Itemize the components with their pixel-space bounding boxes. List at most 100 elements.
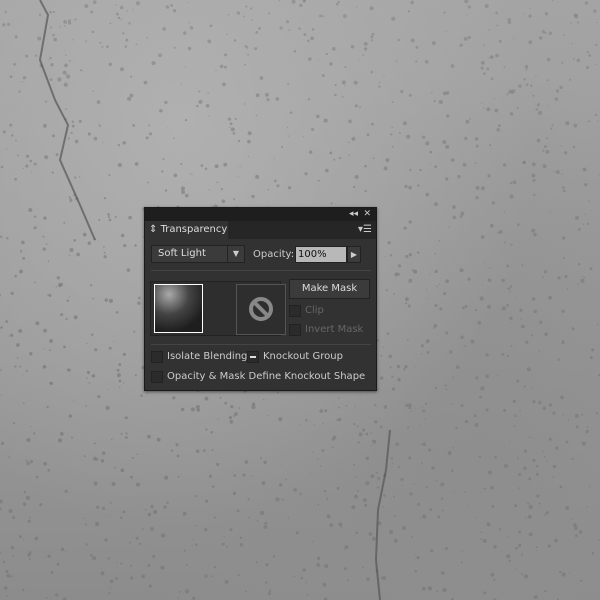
texture-speck [25, 154, 30, 158]
texture-speck [25, 369, 28, 372]
texture-speck [338, 522, 343, 527]
texture-speck [132, 8, 134, 11]
texture-speck [571, 457, 574, 461]
texture-speck [370, 432, 372, 434]
texture-speck [343, 14, 347, 18]
panel-menu-icon[interactable]: ▾☰ [358, 224, 372, 235]
texture-speck [195, 524, 197, 527]
texture-speck [512, 180, 517, 185]
texture-speck [90, 333, 94, 336]
texture-speck [460, 211, 465, 216]
texture-speck [584, 214, 586, 216]
texture-speck [375, 471, 378, 474]
texture-speck [532, 94, 535, 97]
texture-speck [561, 340, 564, 343]
texture-speck [487, 174, 491, 178]
texture-speck [388, 354, 393, 359]
texture-speck [50, 570, 54, 574]
texture-speck [543, 514, 546, 516]
texture-speck [538, 400, 542, 405]
texture-speck [465, 14, 468, 16]
texture-speck [0, 507, 2, 511]
texture-speck [26, 461, 30, 466]
texture-speck [506, 536, 509, 538]
texture-speck [376, 486, 379, 489]
texture-speck [533, 232, 537, 237]
texture-speck [589, 267, 593, 271]
texture-speck [409, 492, 413, 496]
texture-speck [501, 278, 505, 283]
texture-speck [420, 443, 422, 446]
texture-speck [0, 499, 3, 504]
texture-speck [233, 415, 236, 418]
texture-speck [265, 563, 269, 567]
texture-speck [490, 77, 494, 81]
texture-speck [549, 211, 551, 213]
texture-speck [389, 530, 394, 535]
texture-speck [344, 65, 347, 68]
texture-speck [586, 426, 589, 428]
texture-speck [503, 163, 506, 166]
texture-speck [120, 432, 123, 435]
close-icon[interactable]: ✕ [363, 208, 371, 221]
tab-transparency[interactable]: ⇕ Transparency [145, 221, 228, 239]
texture-speck [226, 545, 228, 548]
texture-speck [173, 46, 176, 49]
texture-speck [513, 425, 516, 428]
texture-speck [509, 316, 513, 320]
texture-speck [484, 4, 489, 9]
texture-speck [38, 13, 42, 17]
mask-thumbnail[interactable] [236, 284, 286, 335]
knockout-group-checkbox[interactable] [247, 351, 259, 363]
texture-speck [91, 374, 96, 378]
texture-speck [448, 226, 451, 228]
texture-speck [550, 127, 553, 130]
texture-speck [545, 137, 548, 140]
texture-speck [150, 527, 154, 531]
texture-speck [130, 475, 134, 479]
blend-mode-dropdown[interactable]: Soft Light ▼ [151, 245, 245, 263]
opacity-slider-button[interactable]: ▶ [347, 246, 361, 263]
panel-titlebar[interactable]: ◂◂ ✕ [145, 208, 376, 221]
texture-speck [577, 227, 581, 231]
texture-speck [355, 5, 358, 8]
texture-speck [247, 131, 252, 136]
texture-speck [565, 440, 569, 444]
texture-speck [442, 587, 447, 592]
double-chevron-left-icon[interactable]: ◂◂ [349, 208, 358, 221]
texture-speck [421, 406, 423, 408]
texture-speck [64, 108, 67, 111]
texture-speck [407, 10, 411, 13]
texture-speck [464, 419, 469, 424]
texture-speck [509, 441, 511, 443]
texture-speck [585, 66, 589, 70]
texture-speck [452, 215, 456, 220]
texture-speck [383, 166, 388, 171]
isolate-blending-checkbox[interactable] [151, 351, 163, 363]
texture-speck [532, 400, 536, 404]
texture-speck [552, 476, 555, 478]
texture-speck [572, 145, 576, 149]
texture-speck [518, 530, 522, 534]
artwork-thumbnail[interactable] [154, 284, 203, 333]
opacity-mask-knockout-checkbox[interactable] [151, 371, 163, 383]
opacity-input[interactable]: 100% [295, 246, 347, 263]
clip-checkbox[interactable] [289, 305, 301, 317]
texture-speck [445, 177, 449, 181]
texture-speck [571, 327, 575, 331]
texture-speck [164, 100, 168, 104]
texture-speck [544, 11, 549, 16]
texture-speck [489, 55, 494, 60]
invert-mask-checkbox[interactable] [289, 324, 301, 336]
texture-speck [184, 66, 187, 68]
texture-speck [317, 59, 319, 62]
texture-speck [22, 76, 27, 80]
texture-speck [555, 446, 559, 450]
texture-speck [108, 346, 112, 350]
texture-speck [115, 577, 119, 581]
texture-speck [490, 486, 494, 490]
texture-speck [353, 80, 358, 85]
texture-speck [195, 495, 198, 498]
make-mask-button[interactable]: Make Mask [289, 279, 370, 299]
texture-speck [338, 397, 340, 399]
